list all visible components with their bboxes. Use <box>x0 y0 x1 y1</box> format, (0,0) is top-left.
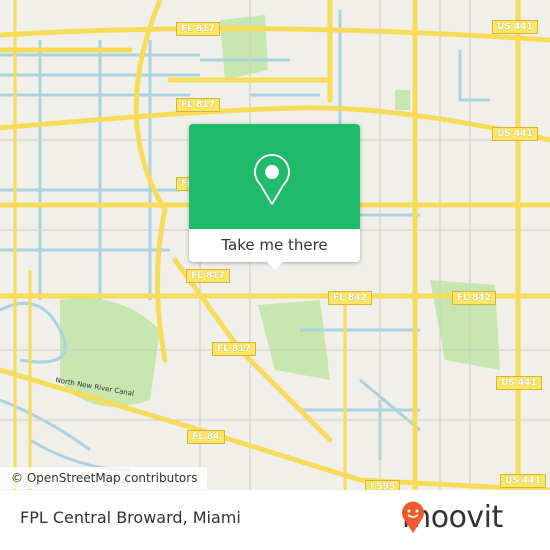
road-shield: FL 817 <box>176 98 220 112</box>
road-shield: FL 817 <box>212 342 256 356</box>
map-attribution[interactable]: © OpenStreetMap contributors <box>0 467 208 489</box>
road-shield: FL 84 <box>187 430 225 444</box>
moovit-logo: moovit <box>400 500 503 535</box>
road-shield: US 441 <box>492 127 538 141</box>
destination-popup: Take me there <box>189 124 360 270</box>
popup-header <box>189 124 360 229</box>
footer: FPL Central Broward, Miami moovit <box>0 490 550 550</box>
road-shield: FL 842 <box>452 291 496 305</box>
road-shield: FL 817 <box>176 22 220 36</box>
take-me-there-button[interactable]: Take me there <box>189 229 360 262</box>
map[interactable]: FL 817 FL 817 FL 817 FL 817 FL 817 US 44… <box>0 0 550 490</box>
road-shield: FL 817 <box>186 269 230 283</box>
road-shield: US 441 <box>492 20 538 34</box>
road-shield: US 441 <box>496 376 542 390</box>
road-shield: FL 842 <box>328 291 372 305</box>
map-pin-icon <box>254 154 290 205</box>
road-shield: US 441 <box>500 474 546 488</box>
place-title: FPL Central Broward, Miami <box>20 508 241 527</box>
road-shield: I 595 <box>365 480 401 490</box>
moovit-pin-icon <box>402 501 424 533</box>
